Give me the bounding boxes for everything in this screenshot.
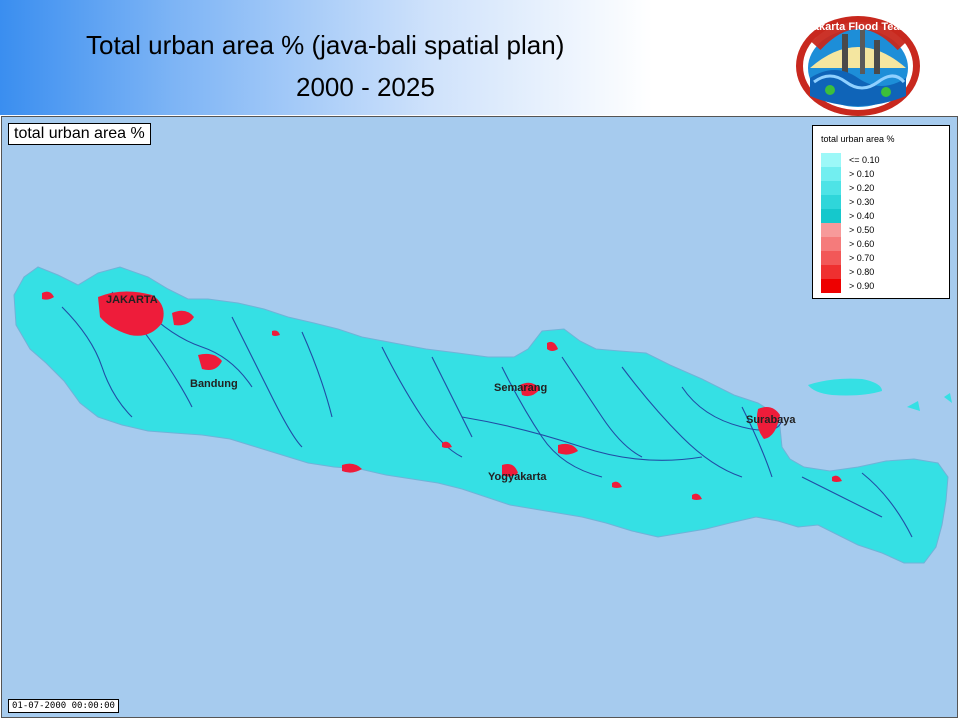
legend-item: > 0.50 [821, 223, 941, 237]
legend-item-label: > 0.50 [849, 225, 875, 235]
legend-swatch [821, 195, 841, 209]
map-timestamp: 01-07-2000 00:00:00 [8, 699, 119, 713]
legend-item-label: > 0.20 [849, 183, 875, 193]
legend-item-label: > 0.80 [849, 267, 875, 277]
page-title: Total urban area % (java-bali spatial pl… [86, 30, 565, 60]
legend-swatch [821, 223, 841, 237]
city-label-jakarta: JAKARTA [106, 294, 158, 306]
legend-item-label: > 0.30 [849, 197, 875, 207]
map-panel[interactable]: JAKARTA Bandung Semarang Yogyakarta Sura… [1, 116, 958, 718]
city-label-surabaya: Surabaya [746, 414, 796, 426]
logo-lettering: Jakarta Flood Team [807, 21, 910, 33]
legend-swatch [821, 265, 841, 279]
legend-item: > 0.80 [821, 265, 941, 279]
map-layer-label: total urban area % [8, 123, 151, 145]
jakarta-flood-team-logo: Jakarta Flood Team [796, 16, 920, 116]
legend-swatch [821, 279, 841, 293]
legend-title: total urban area % [821, 134, 895, 144]
legend-item-label: > 0.60 [849, 239, 875, 249]
legend-swatch [821, 237, 841, 251]
legend-item: > 0.70 [821, 251, 941, 265]
legend-item-label: > 0.10 [849, 169, 875, 179]
legend-item: > 0.30 [821, 195, 941, 209]
legend-swatch [821, 181, 841, 195]
city-label-bandung: Bandung [190, 378, 238, 390]
page-subtitle-years: 2000 - 2025 [296, 72, 435, 102]
legend-item-label: <= 0.10 [849, 155, 880, 165]
city-label-semarang: Semarang [494, 382, 547, 394]
legend-swatch [821, 251, 841, 265]
city-label-yogyakarta: Yogyakarta [488, 471, 547, 483]
legend-item: > 0.20 [821, 181, 941, 195]
legend-item: <= 0.10 [821, 153, 941, 167]
header-banner: Total urban area % (java-bali spatial pl… [0, 0, 960, 116]
legend-item-label: > 0.90 [849, 281, 875, 291]
legend-item: > 0.60 [821, 237, 941, 251]
legend-item-label: > 0.40 [849, 211, 875, 221]
legend-item-label: > 0.70 [849, 253, 875, 263]
legend-item: > 0.10 [821, 167, 941, 181]
legend-item: > 0.90 [821, 279, 941, 293]
legend-swatch [821, 209, 841, 223]
legend-item: > 0.40 [821, 209, 941, 223]
legend-swatch [821, 153, 841, 167]
map-legend: total urban area % <= 0.10 > 0.10 > 0.20… [812, 125, 950, 299]
legend-swatch [821, 167, 841, 181]
